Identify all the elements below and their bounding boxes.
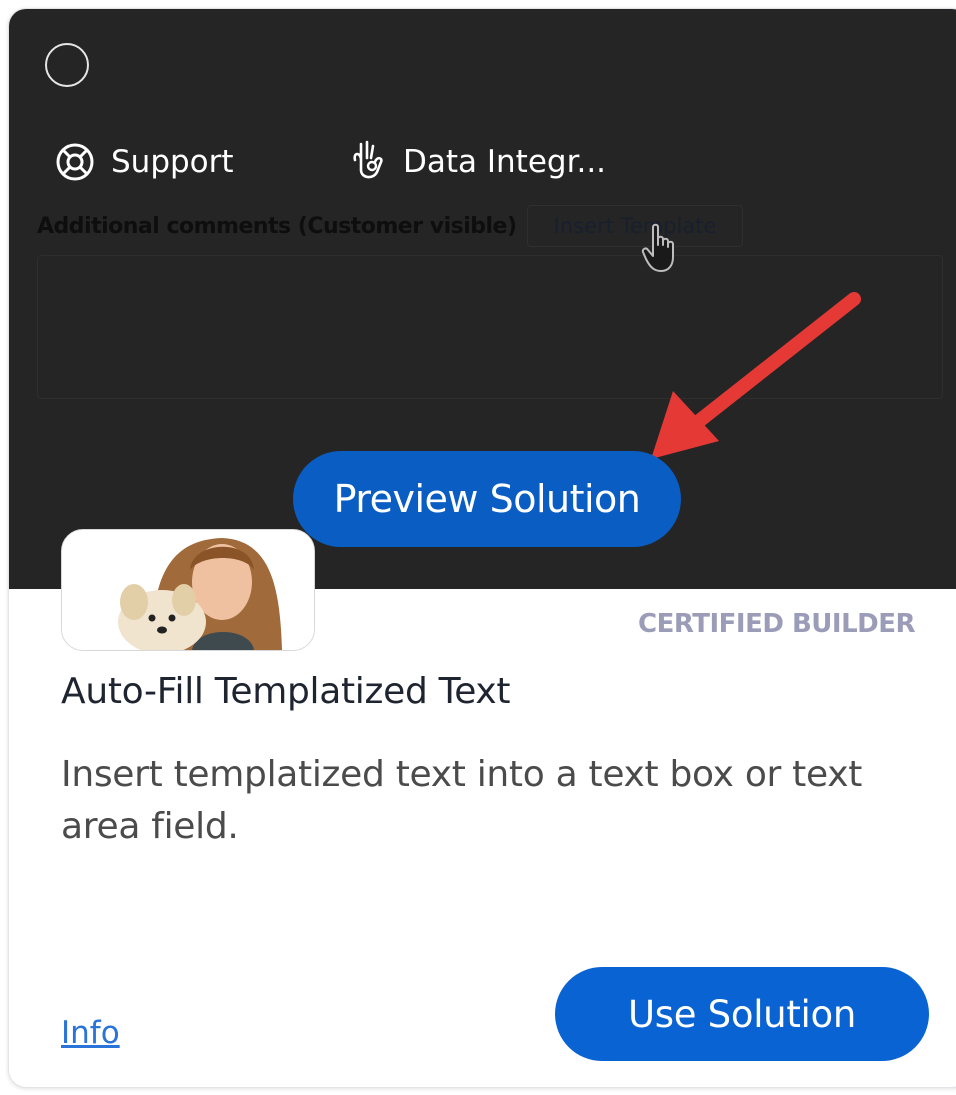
background-comments-label: Additional comments (Customer visible) (37, 214, 517, 239)
background-insert-template-button: Insert Template (527, 205, 743, 247)
solution-description: Insert templatized text into a text box … (61, 754, 863, 847)
info-link[interactable]: Info (61, 1015, 120, 1051)
hand-cursor-icon (641, 223, 674, 272)
nav-label-support: Support (111, 144, 234, 180)
solution-card: Support Data Integr... Additional commen… (8, 8, 956, 1088)
use-solution-button[interactable]: Use Solution (555, 967, 929, 1061)
builder-avatar (61, 529, 315, 651)
nav-item-support: Support (53, 139, 234, 185)
nav-item-data-integrity: Data Integr... (345, 139, 606, 185)
ok-hand-icon (345, 140, 389, 184)
circle-icon (45, 43, 89, 87)
solution-title: Auto-Fill Templatized Text (61, 671, 511, 712)
nav-label-data-integrity: Data Integr... (403, 144, 607, 180)
preview-solution-button[interactable]: Preview Solution (293, 451, 681, 547)
certified-builder-badge: CERTIFIED BUILDER (638, 609, 915, 639)
solution-preview: Support Data Integr... Additional commen… (9, 9, 956, 589)
annotation-arrow-icon (651, 292, 861, 459)
lifebuoy-icon (53, 140, 97, 184)
